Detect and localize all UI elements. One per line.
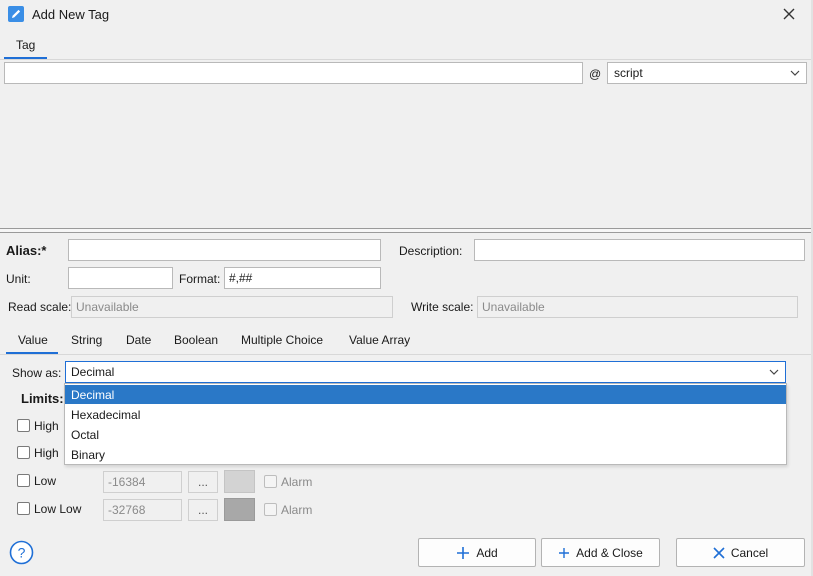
scope-dropdown[interactable]: script — [607, 62, 807, 84]
at-symbol: @ — [589, 67, 602, 81]
help-icon[interactable]: ? — [9, 540, 34, 565]
add-button-label: Add — [476, 545, 498, 560]
chevron-down-icon — [790, 70, 800, 76]
high-high-label: High — [34, 419, 59, 433]
tab-string[interactable]: String — [71, 333, 102, 347]
add-button[interactable]: Add — [418, 538, 536, 567]
show-as-value: Decimal — [71, 365, 115, 379]
write-scale-label: Write scale: — [411, 300, 474, 314]
cancel-button-label: Cancel — [730, 545, 769, 560]
low-color-swatch — [224, 470, 255, 493]
limits-title: Limits: — [21, 391, 64, 406]
tab-value[interactable]: Value — [18, 333, 48, 347]
tab-tag[interactable]: Tag — [16, 38, 35, 52]
format-label: Format: — [179, 272, 221, 286]
low-ellipsis-button: ... — [188, 471, 218, 493]
alias-label: Alias:* — [6, 243, 47, 258]
option-binary[interactable]: Binary — [65, 445, 786, 464]
high-label: High — [34, 446, 59, 460]
add-and-close-button[interactable]: Add & Close — [541, 538, 660, 567]
description-label: Description: — [399, 244, 463, 258]
tab-boolean[interactable]: Boolean — [174, 333, 218, 347]
read-scale-field: Unavailable — [71, 296, 393, 318]
low-checkbox[interactable] — [17, 474, 30, 487]
tag-name-input[interactable] — [4, 62, 583, 84]
write-scale-field: Unavailable — [477, 296, 798, 318]
low-low-ellipsis-button: ... — [188, 499, 218, 521]
unit-input[interactable] — [68, 267, 173, 289]
low-value-field: -16384 — [103, 471, 182, 493]
high-high-checkbox[interactable] — [17, 419, 30, 432]
high-checkbox[interactable] — [17, 446, 30, 459]
scope-value: script — [614, 66, 643, 80]
plus-icon — [559, 547, 570, 558]
low-alarm-label: Alarm — [281, 475, 313, 489]
option-hexadecimal[interactable]: Hexadecimal — [65, 405, 786, 424]
show-as-dropdown[interactable]: Decimal — [65, 361, 786, 383]
tab-value-array[interactable]: Value Array — [349, 333, 410, 347]
option-decimal[interactable]: Decimal — [65, 385, 786, 404]
window-title: Add New Tag — [32, 7, 110, 22]
low-low-color-swatch — [224, 498, 255, 521]
low-alarm-checkbox — [264, 475, 277, 488]
read-scale-label: Read scale: — [8, 300, 72, 314]
show-as-label: Show as: — [12, 366, 62, 380]
tab-date[interactable]: Date — [126, 333, 151, 347]
type-tab-divider — [0, 354, 813, 355]
add-and-close-button-label: Add & Close — [576, 545, 643, 560]
alias-input[interactable] — [68, 239, 381, 261]
close-icon — [713, 546, 725, 559]
edit-tag-icon — [8, 6, 24, 22]
low-low-alarm-checkbox — [264, 503, 277, 516]
low-label: Low — [34, 474, 57, 488]
svg-text:?: ? — [18, 545, 26, 561]
description-input[interactable] — [474, 239, 805, 261]
tab-multiple-choice[interactable]: Multiple Choice — [241, 333, 323, 347]
unit-label: Unit: — [6, 272, 31, 286]
low-low-checkbox[interactable] — [17, 502, 30, 515]
plus-icon — [457, 546, 470, 559]
low-low-label: Low Low — [34, 502, 82, 516]
option-octal[interactable]: Octal — [65, 425, 786, 444]
title-bar: Add New Tag — [0, 0, 813, 30]
tab-divider — [0, 59, 813, 60]
panel-splitter[interactable] — [0, 228, 813, 233]
format-input[interactable]: #,## — [224, 267, 381, 289]
close-icon[interactable] — [780, 5, 798, 23]
show-as-options-list: Decimal Hexadecimal Octal Binary — [64, 383, 787, 465]
low-low-value-field: -32768 — [103, 499, 182, 521]
low-low-alarm-label: Alarm — [281, 503, 313, 517]
cancel-button[interactable]: Cancel — [676, 538, 805, 567]
chevron-down-icon — [769, 369, 779, 375]
